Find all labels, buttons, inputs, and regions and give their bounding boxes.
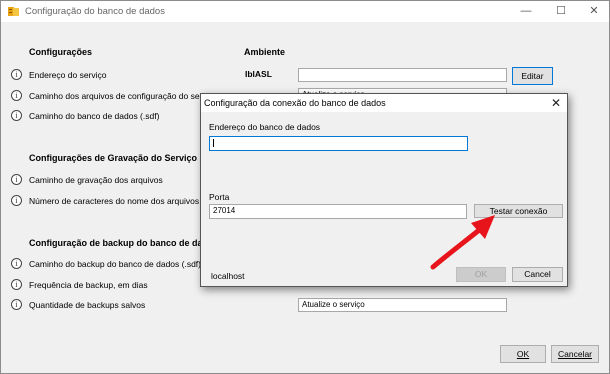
quantidade-backups-label: Quantidade de backups salvos — [29, 300, 146, 310]
section-configuracoes: Configurações — [29, 47, 93, 57]
status-text: localhost — [211, 271, 245, 281]
porta-label: Porta — [209, 192, 230, 202]
maximize-button[interactable]: ☐ — [546, 1, 576, 22]
editar-button[interactable]: Editar — [512, 67, 553, 85]
red-arrow-annotation — [430, 215, 495, 270]
database-app-icon — [8, 7, 19, 16]
close-button[interactable]: ✕ — [579, 1, 609, 22]
endereco-banco-input[interactable] — [209, 136, 468, 151]
info-icon[interactable]: i — [11, 69, 22, 80]
endereco-servico-label: Endereço do serviço — [29, 70, 107, 80]
ok-button-label: OK — [516, 349, 530, 359]
caminho-banco-label: Caminho do banco de dados (.sdf) — [29, 111, 160, 121]
caminho-backup-label: Caminho do backup do banco de dados (.sd… — [29, 259, 202, 269]
info-icon[interactable]: i — [11, 90, 22, 101]
dialog-close-button[interactable]: ✕ — [551, 96, 561, 110]
dialog-title-bar: Configuração da conexão do banco de dado… — [201, 94, 567, 112]
connection-dialog: Configuração da conexão do banco de dado… — [200, 93, 568, 287]
quantidade-backups-field[interactable]: Atualize o serviço — [298, 298, 507, 312]
info-icon[interactable]: i — [11, 299, 22, 310]
info-icon[interactable]: i — [11, 195, 22, 206]
ambiente-value: IblASL — [245, 69, 272, 79]
dialog-title: Configuração da conexão do banco de dado… — [204, 98, 386, 108]
ambiente-field[interactable] — [298, 68, 507, 82]
endereco-banco-label: Endereço do banco de dados — [209, 122, 321, 132]
caminho-arquivos-config-label: Caminho dos arquivos de configuração do … — [29, 91, 218, 101]
minimize-button[interactable]: — — [511, 1, 541, 22]
dialog-cancel-button[interactable]: Cancel — [512, 267, 563, 282]
info-icon[interactable]: i — [11, 174, 22, 185]
caminho-gravacao-label: Caminho de gravação dos arquivos — [29, 175, 163, 185]
section-gravacao: Configurações de Gravação do Serviço — [29, 153, 198, 163]
cancelar-button-label: Cancelar — [557, 349, 593, 359]
info-icon[interactable]: i — [11, 258, 22, 269]
ok-button[interactable]: OK — [500, 345, 546, 363]
cancelar-button[interactable]: Cancelar — [551, 345, 599, 363]
section-ambiente: Ambiente — [244, 47, 286, 57]
window-title: Configuração do banco de dados — [25, 6, 165, 17]
info-icon[interactable]: i — [11, 279, 22, 290]
section-backup: Configuração de backup do banco de dados — [29, 238, 219, 248]
info-icon[interactable]: i — [11, 110, 22, 121]
text-cursor — [213, 139, 214, 147]
frequencia-backup-label: Frequência de backup, em dias — [29, 280, 148, 290]
title-bar: Configuração do banco de dados — ☐ ✕ — [1, 1, 609, 22]
